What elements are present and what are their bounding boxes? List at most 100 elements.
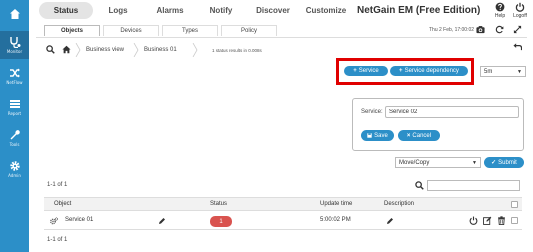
search-icon — [415, 181, 424, 190]
status-results: 1 status results in 0.008s — [212, 48, 262, 53]
logoff-button[interactable]: Logoff — [510, 2, 530, 19]
service-form: Service: Save × Cancel — [352, 98, 524, 151]
sidebar-item-report[interactable]: Report — [0, 93, 29, 121]
help-label: Help — [494, 13, 506, 19]
save-label: Save — [374, 132, 388, 139]
add-service-button[interactable]: + Service — [344, 66, 388, 76]
help-icon — [495, 2, 505, 12]
check-icon: ✓ — [491, 160, 497, 166]
sidebar: Monitor NetFlow Report Tools Admin — [0, 0, 29, 252]
search-icon — [46, 45, 55, 54]
app-title: NetGain EM (Free Edition) — [357, 5, 481, 16]
fullscreen-button[interactable] — [513, 25, 522, 34]
tab-discover[interactable]: Discover — [255, 2, 291, 19]
status-badge[interactable]: 1 — [210, 216, 232, 227]
expand-icon — [513, 25, 522, 34]
table-row: Service 01 1 5:00:02 PM — [44, 212, 522, 230]
help-button[interactable]: Help — [490, 2, 510, 19]
subtab-policy[interactable]: Policy — [221, 25, 277, 36]
search-button[interactable] — [46, 45, 55, 54]
sidebar-item-label: Report — [7, 111, 22, 116]
breadcrumb-item-business-view[interactable]: Business view — [86, 44, 124, 56]
sidebar-item-netflow[interactable]: NetFlow — [0, 62, 29, 90]
submit-button[interactable]: ✓ Submit — [484, 157, 524, 168]
breadcrumb-item-business-01[interactable]: Business 01 — [144, 44, 177, 56]
refresh-icon — [495, 25, 504, 34]
interval-select[interactable]: 5m ▼ — [480, 66, 526, 77]
column-object[interactable]: Object — [54, 201, 71, 207]
subtab-devices[interactable]: Devices — [103, 25, 159, 36]
gear-icon — [9, 161, 20, 171]
caret-down-icon: ▼ — [472, 160, 477, 166]
service-name-input[interactable] — [385, 106, 519, 118]
edit-icon[interactable] — [483, 216, 492, 225]
sidebar-item-monitor[interactable]: Monitor — [0, 31, 29, 59]
tab-logs[interactable]: Logs — [104, 2, 132, 19]
service-gears-icon — [50, 217, 58, 225]
column-update-time[interactable]: Update time — [320, 201, 352, 207]
table-search-input[interactable] — [427, 180, 520, 191]
update-time: 5:00:02 PM — [320, 217, 351, 223]
select-all-checkbox[interactable] — [511, 201, 518, 208]
trash-icon[interactable] — [497, 216, 506, 225]
submit-label: Submit — [498, 159, 517, 166]
sidebar-item-dashboard[interactable] — [0, 0, 29, 28]
subtab-objects[interactable]: Objects — [44, 25, 100, 36]
bulk-action-select[interactable]: Move/Copy ▼ — [395, 157, 481, 168]
sidebar-item-label: Tools — [9, 142, 20, 147]
save-button[interactable]: Save — [361, 130, 394, 141]
result-count-bottom: 1-1 of 1 — [47, 237, 68, 243]
column-description[interactable]: Description — [384, 201, 414, 207]
column-status[interactable]: Status — [210, 201, 227, 207]
add-service-dependency-button[interactable]: + Service dependency — [390, 66, 468, 76]
tab-customize[interactable]: Customize — [304, 2, 348, 19]
interval-value: 5m — [484, 68, 493, 75]
table-search-button[interactable] — [415, 181, 424, 190]
row-checkbox[interactable] — [511, 217, 518, 224]
object-name[interactable]: Service 01 — [65, 217, 93, 223]
app-root: Monitor NetFlow Report Tools Admin Statu… — [0, 0, 533, 252]
close-icon: × — [406, 132, 411, 139]
breadcrumb-separator — [75, 43, 81, 57]
home-icon — [62, 45, 71, 54]
save-icon — [367, 133, 372, 138]
back-button[interactable] — [513, 42, 522, 51]
tab-alarms[interactable]: Alarms — [154, 2, 186, 19]
screenshot-button[interactable] — [476, 25, 485, 34]
edit-name-pencil-icon[interactable] — [158, 217, 166, 225]
cancel-button[interactable]: × Cancel — [398, 130, 440, 141]
plus-icon: + — [353, 68, 357, 74]
edit-description-pencil-icon[interactable] — [386, 217, 394, 225]
camera-icon — [476, 26, 485, 34]
logoff-label: Logoff — [513, 13, 527, 19]
list-icon — [9, 100, 20, 108]
sidebar-item-tools[interactable]: Tools — [0, 124, 29, 152]
subtab-types[interactable]: Types — [162, 25, 218, 36]
sidebar-item-admin[interactable]: Admin — [0, 155, 29, 183]
result-count-top: 1-1 of 1 — [47, 182, 68, 188]
sidebar-item-label: NetFlow — [6, 80, 23, 85]
home-button[interactable] — [62, 45, 71, 54]
sidebar-item-label: Monitor — [6, 49, 23, 54]
power-icon — [515, 2, 525, 12]
bulk-action-value: Move/Copy — [399, 159, 430, 166]
dashboard-icon — [9, 9, 20, 19]
breadcrumb-separator — [133, 43, 139, 57]
tab-notify[interactable]: Notify — [206, 2, 236, 19]
header-divider — [36, 37, 527, 38]
wrench-icon — [10, 130, 20, 140]
stethoscope-icon — [9, 37, 20, 48]
datetime: Thu 2 Feb, 17:00:02 — [429, 27, 475, 33]
caret-down-icon: ▼ — [517, 69, 522, 75]
sidebar-item-label: Admin — [8, 173, 21, 178]
undo-icon — [513, 43, 522, 51]
plus-icon: + — [399, 68, 403, 74]
add-dependency-label: Service dependency — [404, 68, 459, 74]
cancel-label: Cancel — [412, 132, 432, 139]
tab-status[interactable]: Status — [39, 2, 93, 19]
breadcrumb-separator — [192, 43, 198, 57]
table-header: Object Status Update time Description — [44, 197, 522, 211]
shuffle-icon — [9, 68, 20, 78]
refresh-button[interactable] — [495, 25, 504, 34]
power-toggle-icon[interactable] — [469, 216, 478, 225]
